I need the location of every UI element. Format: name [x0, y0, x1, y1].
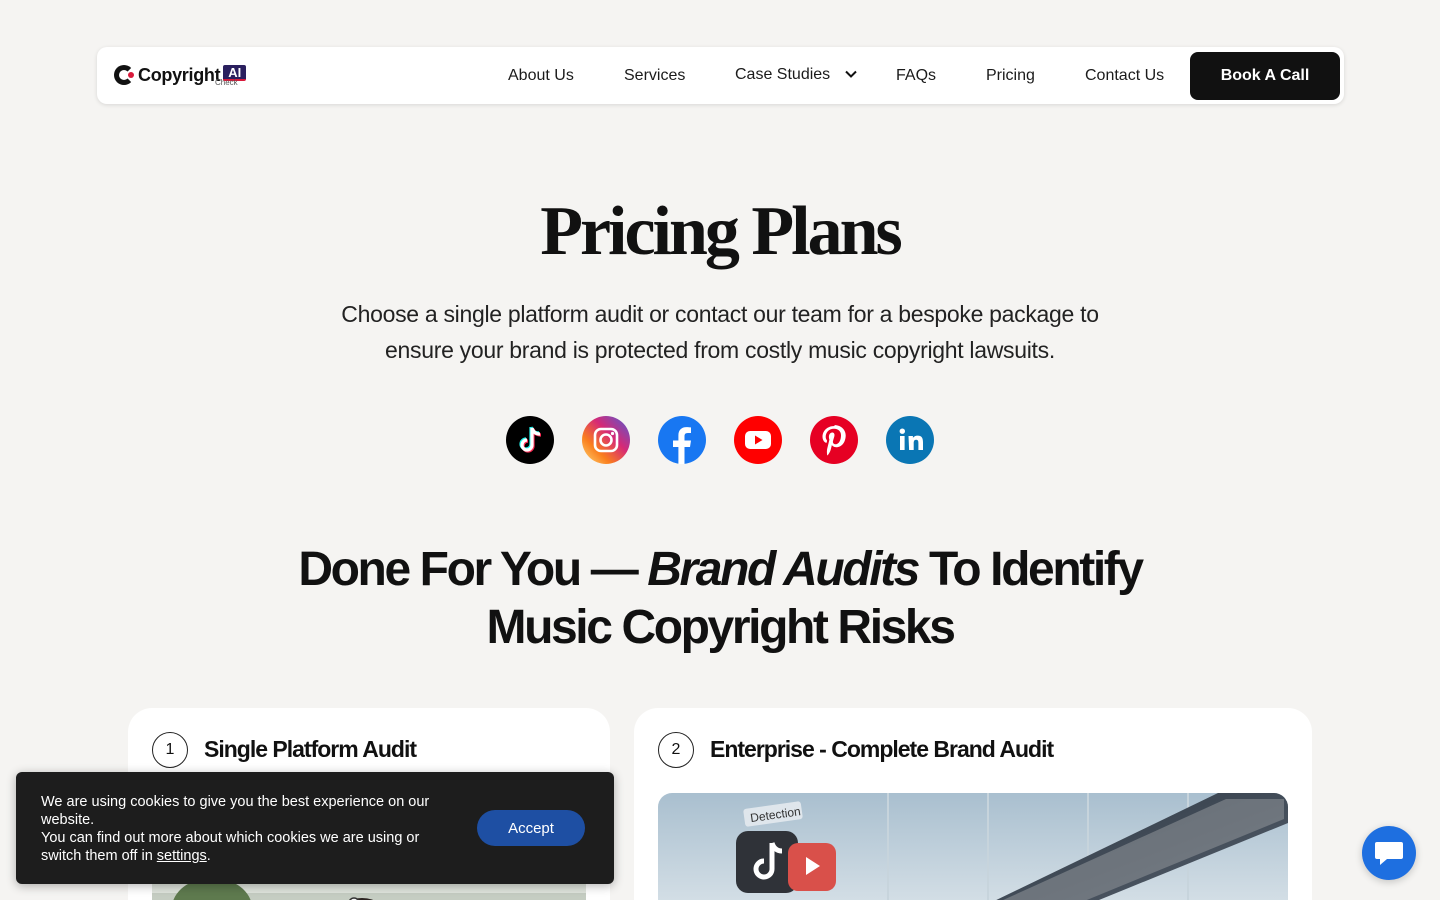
facebook-icon[interactable] [658, 416, 706, 464]
chat-launcher-button[interactable] [1362, 826, 1416, 880]
card-title: Enterprise - Complete Brand Audit [710, 736, 1054, 762]
nav-services[interactable]: Services [624, 67, 685, 85]
nav-faqs[interactable]: FAQs [896, 67, 936, 85]
cookie-line1: We are using cookies to give you the bes… [41, 794, 430, 828]
cookie-accept-button[interactable]: Accept [477, 810, 585, 846]
nav-case-studies[interactable]: Case Studies [735, 66, 830, 84]
nav-contact-us[interactable]: Contact Us [1085, 67, 1164, 85]
top-navbar: Copyright AI Check About Us Services Cas… [97, 47, 1344, 104]
cookie-settings-link[interactable]: settings [157, 848, 207, 864]
instagram-icon[interactable] [582, 416, 630, 464]
nav-pricing[interactable]: Pricing [986, 67, 1035, 85]
cookie-banner: We are using cookies to give you the bes… [16, 772, 614, 884]
page-title: Pricing Plans [540, 193, 903, 270]
main-nav: About Us Services Case Studies FAQs Pric… [97, 47, 1344, 104]
section-title-emphasis: Brand Audits [647, 543, 920, 596]
chevron-down-icon[interactable] [843, 66, 859, 82]
card-image: Detection [658, 793, 1288, 900]
pinterest-icon[interactable] [810, 416, 858, 464]
page-subtitle: Choose a single platform audit or contac… [341, 301, 1099, 363]
chat-bubble-icon [1375, 842, 1403, 865]
section-title-part1: Done For You — [298, 543, 648, 596]
pricing-card-enterprise[interactable]: 2 Enterprise - Complete Brand Audit Dete… [634, 708, 1312, 900]
youtube-icon[interactable] [734, 416, 782, 464]
card-number: 1 [152, 732, 188, 768]
cookie-line2: You can find out more about which cookie… [41, 830, 420, 864]
card-number: 2 [658, 732, 694, 768]
linkedin-icon[interactable] [886, 416, 934, 464]
section-title: Done For You — Brand Audits To Identify … [240, 541, 1200, 657]
cookie-end: . [206, 848, 211, 864]
cookie-message: We are using cookies to give you the bes… [41, 793, 441, 865]
nav-about-us[interactable]: About Us [508, 67, 574, 85]
card-title: Single Platform Audit [204, 736, 417, 762]
tiktok-icon[interactable] [506, 416, 554, 464]
book-a-call-button[interactable]: Book A Call [1190, 52, 1340, 100]
